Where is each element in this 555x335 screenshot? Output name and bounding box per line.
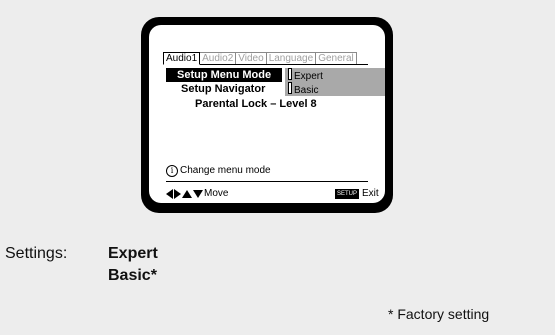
bottom-divider [166,181,368,182]
exit-hint[interactable]: SETUP Exit [335,188,379,200]
settings-option-expert: Expert [108,245,158,262]
info-line: i Change menu mode [166,164,271,177]
setup-navigator-label: Setup Navigator [181,83,266,95]
left-arrow-icon [166,189,173,199]
cursor-mark-icon [288,68,292,80]
down-arrow-icon [193,190,203,198]
setup-menu-mode-option[interactable]: Expert [285,68,385,82]
parental-lock-label: Parental Lock – Level 8 [195,98,317,110]
setup-navigator-value: Basic [294,85,319,96]
up-arrow-icon [182,190,192,198]
setup-menu-mode-label: Setup Menu Mode [166,68,282,82]
info-icon: i [166,164,178,177]
tv-frame: Audio1 Audio2 Video Language General Set… [141,17,393,213]
settings-label: Settings: [5,245,68,262]
setup-menu-mode-value: Expert [294,71,323,82]
move-label: Move [204,188,229,199]
info-text: Change menu mode [180,165,271,176]
navigation-hint: Move [166,188,228,200]
settings-option-basic: Basic* [108,267,157,284]
setup-screen: Audio1 Audio2 Video Language General Set… [149,25,385,203]
cursor-mark-icon [288,82,292,94]
factory-setting-footnote: * Factory setting [388,306,490,322]
tab-audio1[interactable]: Audio1 [163,52,201,65]
right-arrow-icon [174,189,181,199]
setup-navigator-option[interactable]: Basic [285,82,385,96]
setup-button-icon: SETUP [335,189,360,199]
exit-label: Exit [362,188,379,199]
